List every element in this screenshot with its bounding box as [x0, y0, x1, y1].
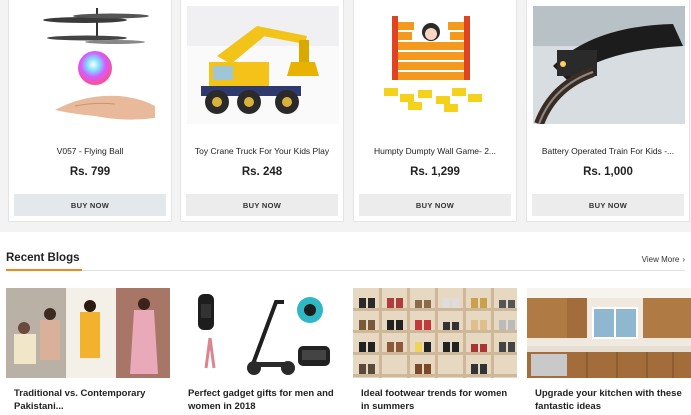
blog-card[interactable]: Perfect gadget gifts for men and women i…: [180, 288, 344, 415]
blog-title[interactable]: Perfect gadget gifts for men and women i…: [188, 387, 338, 413]
product-price: Rs. 248: [241, 166, 283, 178]
product-price: Rs. 1,000: [583, 166, 633, 178]
kitchen-image[interactable]: [527, 288, 691, 378]
gadgets-image[interactable]: [180, 288, 344, 378]
product-name[interactable]: V057 - Flying Ball: [13, 146, 167, 156]
buy-now-button[interactable]: BUY NOW: [14, 194, 166, 216]
product-card[interactable]: V057 - Flying Ball Rs. 799 BUY NOW: [8, 0, 172, 222]
wall-game-image[interactable]: [360, 6, 512, 124]
shoe-rack-image[interactable]: [353, 288, 517, 378]
clothing-models-image[interactable]: [6, 288, 170, 378]
title-underline: [6, 269, 82, 271]
product-name[interactable]: Battery Operated Train For Kids -...: [531, 146, 685, 156]
product-card[interactable]: Toy Crane Truck For Your Kids Play Rs. 2…: [180, 0, 344, 222]
blog-card[interactable]: Traditional vs. Contemporary Pakistani..…: [6, 288, 170, 415]
blog-title[interactable]: Upgrade your kitchen with these fantasti…: [535, 387, 685, 413]
buy-now-button[interactable]: BUY NOW: [186, 194, 338, 216]
blog-card[interactable]: Ideal footwear trends for women in summe…: [353, 288, 517, 415]
crane-truck-image[interactable]: [187, 6, 339, 124]
toy-train-image[interactable]: [533, 6, 685, 124]
product-card[interactable]: Humpty Dumpty Wall Game- 2... Rs. 1,299 …: [353, 0, 517, 222]
divider: [82, 270, 685, 271]
view-more-label[interactable]: View More: [642, 255, 680, 264]
view-more-link[interactable]: View More ›: [642, 255, 685, 264]
chevron-right-icon[interactable]: ›: [682, 255, 685, 264]
blogs-header: Recent Blogs View More ›: [0, 244, 691, 274]
section-title: Recent Blogs: [6, 252, 80, 264]
product-name[interactable]: Toy Crane Truck For Your Kids Play: [185, 146, 339, 156]
buy-now-button[interactable]: BUY NOW: [532, 194, 684, 216]
flying-ball-image[interactable]: [15, 6, 167, 124]
product-card[interactable]: Battery Operated Train For Kids -... Rs.…: [526, 0, 690, 222]
product-price: Rs. 799: [69, 166, 111, 178]
blog-title[interactable]: Traditional vs. Contemporary Pakistani..…: [14, 387, 164, 413]
product-grid: V057 - Flying Ball Rs. 799 BUY NOW Toy C…: [0, 0, 691, 232]
blog-title[interactable]: Ideal footwear trends for women in summe…: [361, 387, 511, 413]
product-name[interactable]: Humpty Dumpty Wall Game- 2...: [358, 146, 512, 156]
buy-now-button[interactable]: BUY NOW: [359, 194, 511, 216]
product-price: Rs. 1,299: [410, 166, 460, 178]
blog-card[interactable]: Upgrade your kitchen with these fantasti…: [527, 288, 691, 415]
